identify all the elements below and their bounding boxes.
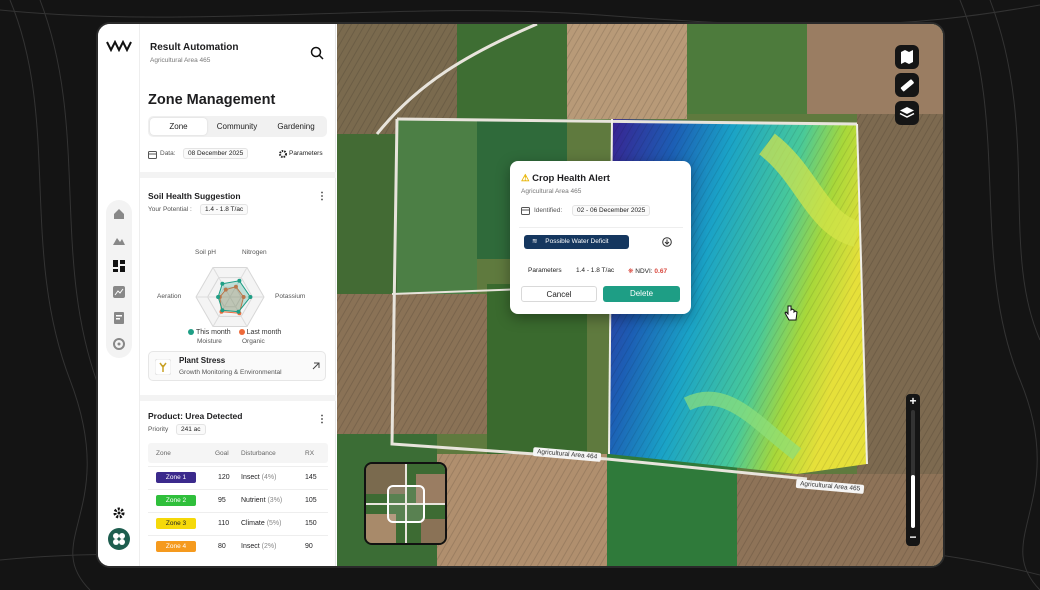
aperture-icon[interactable] — [113, 338, 125, 350]
plant-stress-card[interactable]: Plant Stress Growth Monitoring & Environ… — [148, 351, 326, 381]
map-view[interactable]: Agricultural Area 464 Agricultural Area … — [337, 24, 943, 566]
radar-point-this-month — [236, 309, 241, 314]
home-icon[interactable] — [113, 208, 125, 220]
minimap[interactable] — [364, 462, 447, 545]
clover-icon — [113, 533, 125, 545]
crop-alert-popup: ⚠ Crop Health Alert Agricultural Area 46… — [510, 161, 691, 314]
priority-label: Priority — [148, 426, 169, 433]
goal-cell: 80 — [218, 543, 226, 550]
col-goal: Goal — [215, 450, 229, 457]
zoom-level-fill — [911, 474, 915, 528]
identified-value: 02 - 06 December 2025 — [572, 205, 651, 216]
radar-point-this-month — [220, 308, 225, 313]
alert-subtitle: Agricultural Area 465 — [521, 188, 582, 195]
zoom-track[interactable] — [911, 410, 915, 528]
identified-label: Identified: — [534, 207, 563, 214]
app-window: Result Automation Agricultural Area 465 … — [98, 24, 943, 566]
zoom-control[interactable]: + − — [906, 394, 920, 546]
goal-cell: 110 — [218, 520, 230, 527]
map-view-button[interactable] — [895, 45, 919, 69]
rx-cell: 105 — [305, 497, 317, 504]
map-icon — [901, 50, 913, 64]
ndvi-readout: ❋ NDVI: 0.67 — [628, 268, 668, 275]
calendar-icon — [521, 207, 530, 215]
ruler-icon — [900, 79, 914, 92]
water-icon: ≋ — [532, 238, 538, 245]
warning-icon: ⚠ — [521, 173, 530, 184]
col-rx: RX — [305, 450, 315, 457]
col-zone: Zone — [156, 450, 171, 457]
table-row[interactable]: Zone 1 120 Insect (4%) 145 — [148, 466, 328, 486]
table-row[interactable]: Zone 4 80 Insect (2%) 90 — [148, 535, 328, 555]
radar-label-organic: Organic — [242, 338, 265, 345]
layers-button[interactable] — [895, 101, 919, 125]
table-header: Zone Goal Disturbance RX — [148, 443, 328, 463]
chart-icon[interactable] — [113, 286, 125, 298]
radar-chart — [195, 267, 265, 327]
radar-point-this-month — [216, 295, 221, 299]
icon-rail — [98, 24, 140, 566]
cancel-button[interactable]: Cancel — [521, 286, 597, 302]
minimap-image — [366, 464, 445, 543]
disturbance-cell: Insect (2%) — [241, 543, 277, 550]
logo-icon — [106, 40, 132, 52]
settings-gear-icon[interactable] — [112, 506, 126, 520]
side-panel: Result Automation Agricultural Area 465 … — [140, 24, 336, 566]
rx-cell: 145 — [305, 474, 317, 481]
radar-point-this-month — [220, 281, 225, 286]
table-row[interactable]: Zone 3 110 Climate (5%) 150 — [148, 512, 328, 532]
disturbance-cell: Insect (4%) — [241, 474, 277, 481]
legend-last-month: Last month — [238, 329, 281, 336]
alert-title: ⚠ Crop Health Alert — [521, 173, 610, 184]
measure-button[interactable] — [895, 73, 919, 97]
zone-pill[interactable]: Zone 2 — [156, 495, 196, 506]
radar-label-soil-ph: Soil pH — [195, 249, 216, 256]
disturbance-cell: Nutrient (3%) — [241, 497, 283, 504]
rx-cell: 90 — [305, 543, 313, 550]
rx-cell: 150 — [305, 520, 317, 527]
delete-button[interactable]: Delete — [603, 286, 680, 302]
radar-point-this-month — [248, 295, 253, 299]
zone-pill[interactable]: Zone 4 — [156, 541, 196, 552]
radar-label-nitrogen: Nitrogen — [242, 249, 267, 256]
zone-pill[interactable]: Zone 1 — [156, 472, 196, 483]
table-row[interactable]: Zone 2 95 Nutrient (3%) 105 — [148, 489, 328, 509]
dashboard-icon[interactable] — [113, 260, 125, 272]
radar-label-moisture: Moisture — [197, 338, 222, 345]
product-more-icon[interactable]: ⋮ — [317, 415, 327, 425]
terrain-icon[interactable] — [113, 234, 125, 246]
zoom-in-button[interactable]: + — [906, 394, 920, 408]
col-disturbance: Disturbance — [241, 450, 276, 457]
radar-label-potassium: Potassium — [275, 293, 306, 300]
goal-cell: 120 — [218, 474, 230, 481]
water-deficit-tag[interactable]: ≋ Possible Water Deficit — [524, 235, 629, 249]
download-circle-icon[interactable] — [662, 237, 672, 247]
product-title: Product: Urea Detected — [148, 411, 243, 421]
avatar[interactable] — [108, 528, 130, 550]
radar-point-this-month — [237, 278, 242, 283]
hand-cursor-icon — [784, 305, 798, 321]
zoom-out-button[interactable]: − — [906, 530, 920, 544]
priority-value: 241 ac — [176, 424, 206, 435]
arrow-up-right-icon — [312, 362, 320, 370]
legend-this-month: This month — [188, 329, 231, 336]
zone-pill[interactable]: Zone 3 — [156, 518, 196, 529]
stress-title: Plant Stress — [179, 356, 226, 365]
layers-icon — [899, 107, 915, 118]
radar-label-aeration: Aeration — [157, 293, 182, 300]
report-icon[interactable] — [113, 312, 125, 324]
ndvi-icon: ❋ — [628, 268, 634, 275]
nav-group — [106, 200, 132, 358]
radar-legend: This month Last month — [188, 329, 281, 336]
goal-cell: 95 — [218, 497, 226, 504]
disturbance-cell: Climate (5%) — [241, 520, 282, 527]
plant-icon — [155, 359, 171, 375]
params-label: Parameters — [528, 267, 562, 274]
stress-subtitle: Growth Monitoring & Environmental — [179, 369, 282, 376]
params-value: 1.4 - 1.8 T/ac — [576, 267, 615, 274]
